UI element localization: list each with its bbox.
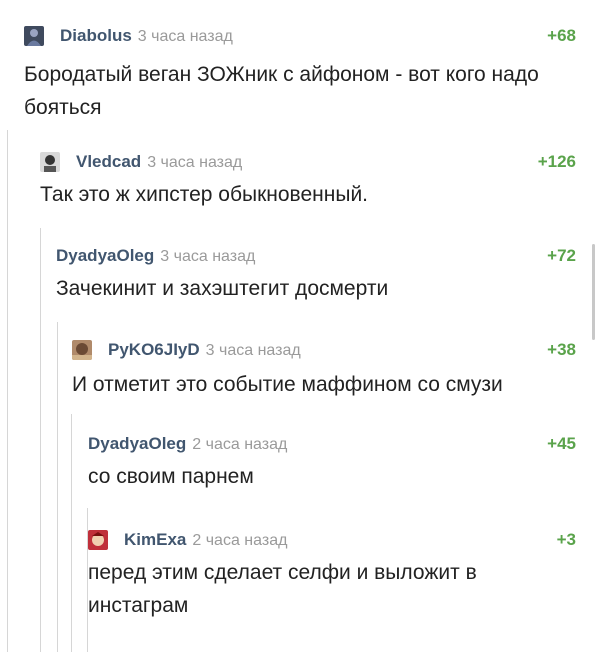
comment-time: 3 часа назад bbox=[205, 342, 301, 359]
comment-header: Vledcad 3 часа назад +126 bbox=[40, 150, 576, 174]
comment: Vledcad 3 часа назад +126 Так это ж хипст… bbox=[40, 150, 576, 211]
thread-line bbox=[71, 414, 72, 652]
author-name[interactable]: KimExa 2 часа назад bbox=[124, 530, 287, 550]
avatar[interactable] bbox=[24, 26, 44, 46]
thread-line bbox=[7, 130, 8, 652]
comment-header: DyadyaOleg 3 часа назад +72 bbox=[56, 244, 576, 268]
comment-header: DyadyaOleg 2 часа назад +45 bbox=[88, 432, 576, 456]
author-name[interactable]: PyKO6JIyD 3 часа назад bbox=[108, 340, 301, 360]
comment-text: Так это ж хипстер обыкновенный. bbox=[40, 183, 369, 206]
author-name[interactable]: Diabolus 3 часа назад bbox=[60, 26, 233, 46]
comment-header: PyKO6JIyD 3 часа назад +38 bbox=[72, 338, 576, 362]
comment-header: KimExa 2 часа назад +3 bbox=[88, 528, 576, 552]
comment-text: со своим парнем bbox=[88, 465, 254, 488]
comment: Diabolus 3 часа назад +68 Бородатый веган… bbox=[24, 24, 576, 124]
comment-text: И отметит это событие маффином со смузи bbox=[72, 373, 503, 396]
comment-rating: +3 bbox=[556, 530, 576, 549]
comment: KimExa 2 часа назад +3 перед этим сделает… bbox=[88, 528, 576, 622]
comment-time: 2 часа назад bbox=[192, 436, 288, 453]
avatar[interactable] bbox=[72, 340, 92, 360]
scrollbar[interactable] bbox=[592, 244, 595, 340]
comment-rating: +45 bbox=[547, 434, 576, 453]
comment: PyKO6JIyD 3 часа назад +38 И отметит это … bbox=[72, 338, 576, 401]
avatar[interactable] bbox=[88, 530, 108, 550]
avatar[interactable] bbox=[40, 152, 60, 172]
comment-time: 2 часа назад bbox=[192, 532, 288, 549]
comment-time: 3 часа назад bbox=[137, 28, 233, 45]
comment: DyadyaOleg 2 часа назад +45 со своим парн… bbox=[88, 432, 576, 493]
thread-line bbox=[57, 322, 58, 652]
comment-rating: +72 bbox=[547, 246, 576, 265]
comment-header: Diabolus 3 часа назад +68 bbox=[24, 24, 576, 48]
comment-rating: +38 bbox=[547, 340, 576, 359]
comment-time: 3 часа назад bbox=[147, 154, 243, 171]
author-name[interactable]: Vledcad 3 часа назад bbox=[76, 152, 242, 172]
comment-rating: +68 bbox=[547, 26, 576, 45]
comment-text: Бородатый веган ЗОЖник с айфоном - вот к… bbox=[24, 63, 539, 119]
comment-text: Зачекинит и захэштегит досмерти bbox=[56, 277, 389, 300]
author-name[interactable]: DyadyaOleg 3 часа назад bbox=[56, 246, 255, 266]
comment-rating: +126 bbox=[537, 152, 576, 171]
comment-text: перед этим сделает селфи и выложит в инс… bbox=[88, 561, 477, 617]
comment: DyadyaOleg 3 часа назад +72 Зачекинит и з… bbox=[56, 244, 576, 305]
thread-line bbox=[40, 228, 41, 652]
author-name[interactable]: DyadyaOleg 2 часа назад bbox=[88, 434, 287, 454]
comment-time: 3 часа назад bbox=[160, 248, 256, 265]
